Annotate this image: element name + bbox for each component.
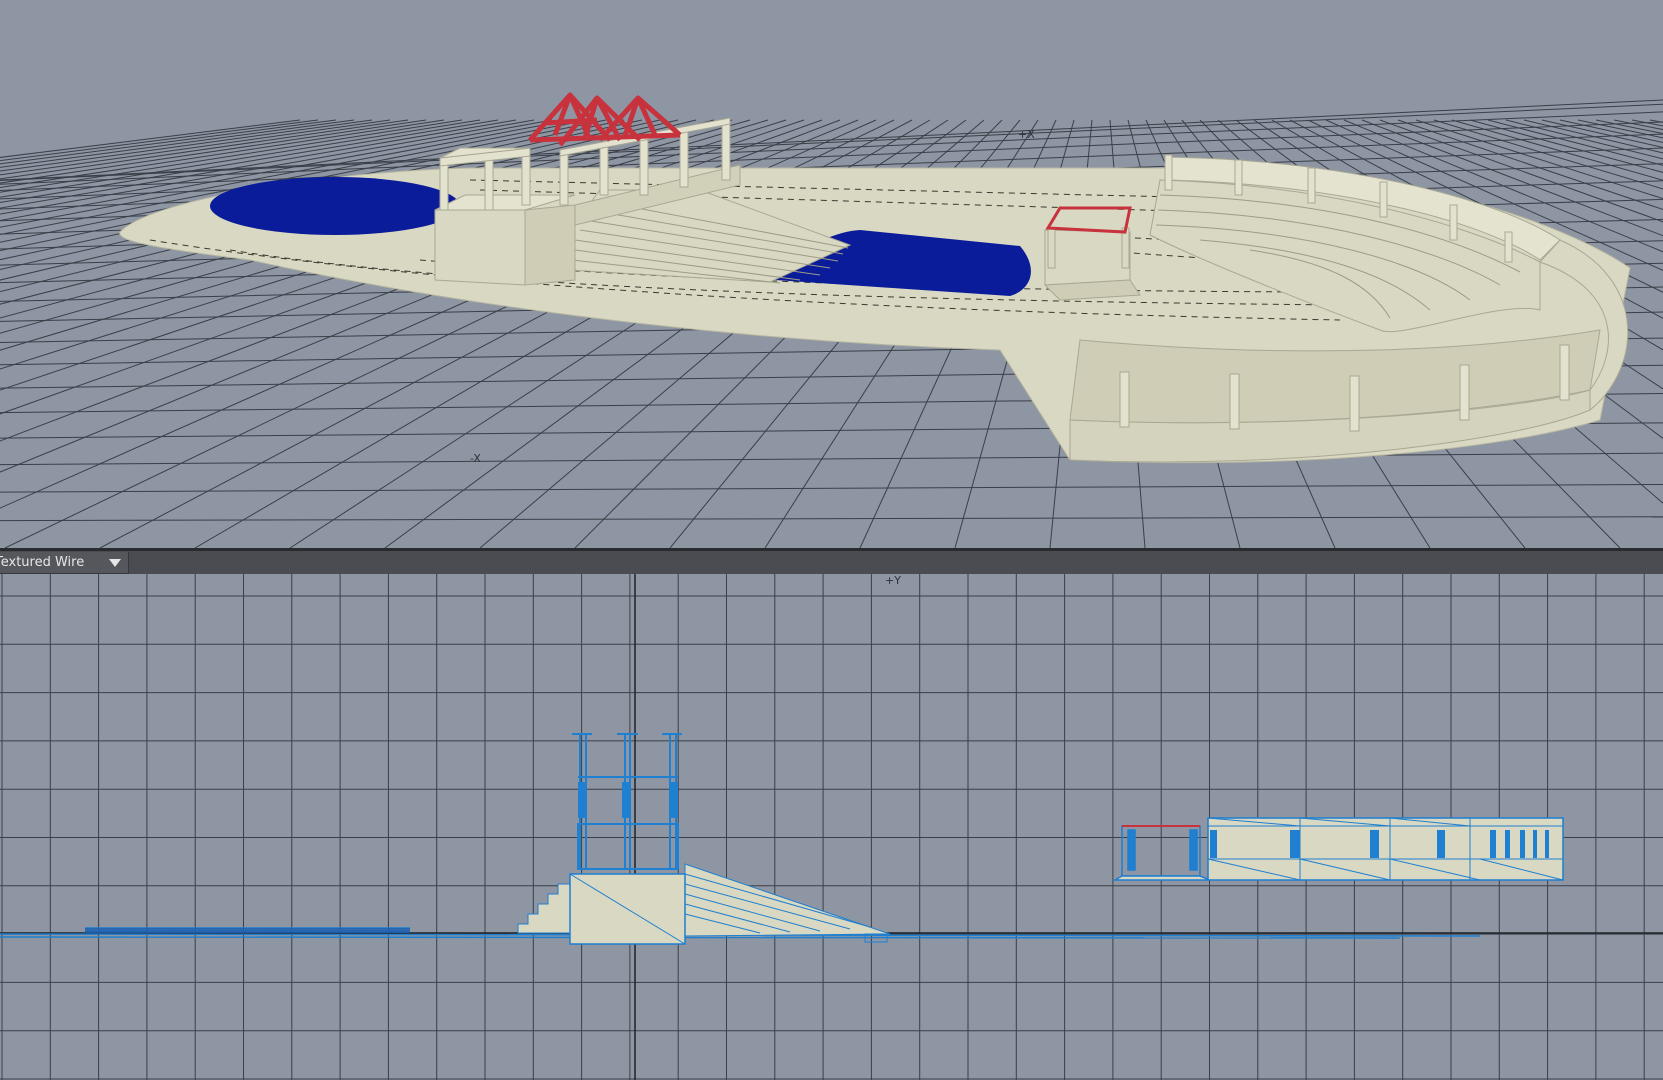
shading-mode-dropdown[interactable]: Textured Wire	[0, 552, 129, 574]
grid-line	[0, 452, 1663, 466]
pool-wire-left	[85, 928, 410, 933]
water-pool-left	[210, 177, 460, 235]
grid-line	[0, 483, 1663, 493]
pavilion-small-wire	[1112, 825, 1211, 881]
shading-mode-label: Textured Wire	[0, 555, 85, 570]
perspective-viewport[interactable]: +X -X	[0, 0, 1663, 548]
seating-bowl-wire	[1207, 817, 1564, 881]
pavilion-small	[1043, 227, 1141, 301]
perspective-scene: +X -X	[0, 92, 1663, 548]
axis-label-plus-x: +X	[1018, 128, 1035, 141]
front-viewport[interactable]: +Y	[0, 574, 1663, 1080]
chevron-down-icon	[109, 559, 121, 567]
pavilion-posts-wire	[578, 782, 678, 818]
front-scene: +Y	[0, 574, 1663, 1080]
viewport-header-bar: Textured Wire	[0, 551, 1663, 574]
grid-line	[1649, 119, 1663, 123]
grandstand-wire	[517, 863, 891, 945]
axis-label-plus-y: +Y	[885, 574, 901, 587]
grid-line	[0, 516, 1663, 522]
axis-label-minus-x: -X	[470, 452, 481, 465]
